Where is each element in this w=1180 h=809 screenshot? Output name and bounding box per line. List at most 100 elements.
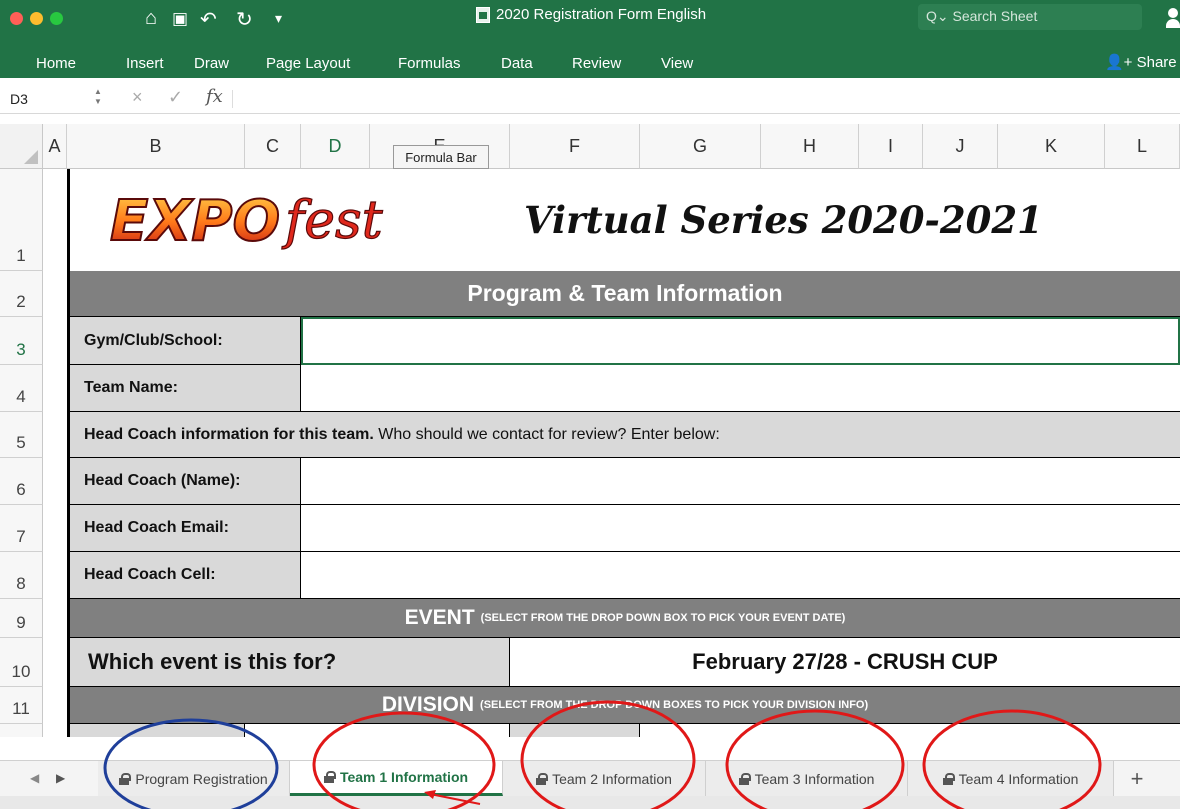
name-box[interactable]: D3 [10, 91, 28, 107]
row-header-12[interactable] [0, 724, 43, 737]
tab-draw[interactable]: Draw [194, 55, 229, 72]
tab-insert[interactable]: Insert [126, 55, 164, 72]
lock-icon [323, 771, 336, 783]
tab-team-1-information[interactable]: Team 1 Information [290, 761, 503, 796]
division-hint: (SELECT FROM THE DROP DOWN BOXES TO PICK… [480, 699, 869, 711]
minimize-window-button[interactable] [30, 12, 43, 25]
head-coach-cell-input[interactable] [301, 552, 1180, 599]
col-header-l[interactable]: L [1105, 124, 1180, 169]
document-title: 2020 Registration Form English [476, 6, 706, 23]
customize-toolbar-icon[interactable]: ▾ [275, 10, 282, 27]
head-coach-name-input[interactable] [301, 458, 1180, 505]
search-placeholder: Search Sheet [952, 8, 1038, 24]
col-header-f[interactable]: F [510, 124, 640, 169]
event-select[interactable]: February 27/28 - CRUSH CUP [510, 638, 1180, 687]
formula-separator [232, 90, 233, 108]
col-header-d[interactable]: D [301, 124, 370, 169]
zoom-window-button[interactable] [50, 12, 63, 25]
expofest-logo: EXPO fest [100, 186, 480, 256]
row-header-5[interactable]: 5 [0, 412, 43, 458]
tab-review[interactable]: Review [572, 55, 621, 72]
series-title: Virtual Series 2020-2021 [524, 198, 1043, 242]
head-coach-email-label: Head Coach Email: [70, 505, 301, 552]
close-window-button[interactable] [10, 12, 23, 25]
status-bar [0, 796, 1180, 809]
col-header-i[interactable]: I [859, 124, 923, 169]
row-header-10[interactable]: 10 [0, 638, 43, 687]
tab-formulas[interactable]: Formulas [398, 55, 461, 72]
search-icon: Q⌄ [926, 8, 953, 24]
confirm-icon[interactable]: ✓ [168, 87, 183, 108]
select-all-button[interactable] [0, 124, 43, 169]
col-header-a[interactable]: A [43, 124, 67, 169]
head-coach-email-input[interactable] [301, 505, 1180, 552]
col-header-c[interactable]: C [245, 124, 301, 169]
col-header-j[interactable]: J [923, 124, 998, 169]
col-header-k[interactable]: K [998, 124, 1105, 169]
next-sheet-arrow[interactable]: ▶ [56, 771, 65, 785]
event-title: EVENT [404, 606, 475, 629]
row-header-3[interactable]: 3 [0, 317, 43, 365]
home-icon[interactable]: ⌂ [145, 7, 157, 30]
tab-home[interactable]: Home [36, 55, 76, 72]
col-header-g[interactable]: G [640, 124, 761, 169]
tab-team-3-information[interactable]: Team 3 Information [706, 761, 908, 796]
tab-data[interactable]: Data [501, 55, 533, 72]
save-icon[interactable]: ▣ [172, 9, 188, 29]
svg-text:fest: fest [281, 191, 383, 251]
expofest-logo-graphic: EXPO fest [109, 188, 383, 255]
title-bar: ⌂ ▣ ↶ ↻ ▾ 2020 Registration Form English… [0, 0, 1180, 46]
tab-team-4-information[interactable]: Team 4 Information [908, 761, 1114, 796]
col-header-h[interactable]: H [761, 124, 859, 169]
name-box-stepper[interactable]: ▲ ▼ [94, 87, 102, 107]
division-cell-1[interactable] [70, 724, 245, 737]
row-header-9[interactable]: 9 [0, 599, 43, 638]
lock-icon [942, 772, 955, 785]
tab-label: Team 3 Information [754, 770, 875, 787]
row-header-11[interactable]: 11 [0, 687, 43, 724]
account-icon[interactable] [1166, 8, 1180, 28]
head-coach-info-bold: Head Coach information for this team. [84, 425, 374, 443]
head-coach-info-row: Head Coach information for this team. Wh… [70, 412, 1180, 458]
formula-bar-tooltip: Formula Bar [393, 145, 489, 169]
program-team-header: Program & Team Information [70, 271, 1180, 317]
division-cell-3[interactable] [510, 724, 640, 737]
head-coach-name-label: Head Coach (Name): [70, 458, 301, 505]
undo-icon[interactable]: ↶ [200, 7, 217, 32]
lock-icon [738, 772, 751, 785]
event-question-label: Which event is this for? [70, 638, 510, 687]
row-header-6[interactable]: 6 [0, 458, 43, 505]
division-cell-2[interactable] [245, 724, 510, 737]
division-header: DIVISION (SELECT FROM THE DROP DOWN BOXE… [70, 687, 1180, 724]
add-sheet-button[interactable]: + [1114, 761, 1160, 796]
row-header-8[interactable]: 8 [0, 552, 43, 599]
previous-sheet-arrow[interactable]: ◀ [30, 771, 39, 785]
tab-program-registration[interactable]: Program Registration [98, 761, 290, 796]
document-title-text: 2020 Registration Form English [496, 6, 707, 23]
cancel-icon[interactable]: × [132, 87, 143, 108]
division-cell-4[interactable] [640, 724, 1180, 737]
row-header-4[interactable]: 4 [0, 365, 43, 412]
head-coach-info-text: Who should we contact for review? Enter … [378, 425, 720, 443]
row-header-7[interactable]: 7 [0, 505, 43, 552]
tab-page-layout[interactable]: Page Layout [266, 55, 350, 72]
worksheet-grid[interactable]: A B C D E F G H I J K L 1 2 3 4 5 6 7 8 … [0, 124, 1180, 737]
tab-label: Team 2 Information [552, 770, 672, 787]
redo-icon[interactable]: ↻ [236, 7, 253, 32]
ribbon-tabs: Home Insert Draw Page Layout Formulas Da… [0, 46, 1180, 89]
event-header: EVENT (SELECT FROM THE DROP DOWN BOX TO … [70, 599, 1180, 638]
row-header-1[interactable]: 1 [0, 169, 43, 271]
row-header-2[interactable]: 2 [0, 271, 43, 317]
add-person-icon: 👤+ [1105, 54, 1133, 71]
sheet-tab-bar: ◀ ▶ Program Registration Team 1 Informat… [0, 760, 1180, 796]
tab-label: Team 1 Information [339, 769, 469, 785]
insert-function-button[interactable]: fx [206, 86, 223, 107]
tab-view[interactable]: View [661, 55, 693, 72]
tab-team-2-information[interactable]: Team 2 Information [503, 761, 706, 796]
share-label: Share [1136, 54, 1177, 71]
col-header-b[interactable]: B [67, 124, 245, 169]
search-sheet-input[interactable]: Q⌄ Search Sheet [918, 4, 1142, 30]
lock-icon [119, 772, 132, 785]
gym-club-school-input[interactable] [301, 317, 1180, 365]
team-name-input[interactable] [301, 365, 1180, 412]
